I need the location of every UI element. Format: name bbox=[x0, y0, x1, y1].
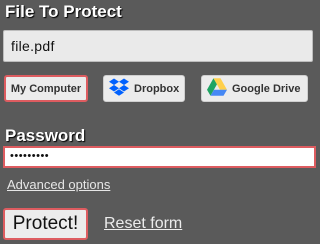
password-masked-value: ••••••••• bbox=[10, 150, 50, 162]
my-computer-button[interactable]: My Computer bbox=[4, 75, 88, 102]
protect-button[interactable]: Protect! bbox=[3, 208, 88, 240]
file-name-value: file.pdf bbox=[11, 38, 55, 54]
dropbox-icon bbox=[109, 78, 129, 99]
dropbox-label: Dropbox bbox=[134, 82, 180, 95]
google-drive-button[interactable]: Google Drive bbox=[201, 75, 308, 102]
password-field[interactable]: ••••••••• bbox=[3, 146, 316, 168]
file-name-field[interactable]: file.pdf bbox=[3, 30, 313, 62]
advanced-options-link[interactable]: Advanced options bbox=[7, 177, 110, 192]
file-to-protect-heading: File To Protect bbox=[5, 2, 122, 21]
google-drive-label: Google Drive bbox=[232, 82, 301, 95]
password-heading: Password bbox=[5, 126, 86, 145]
reset-form-link[interactable]: Reset form bbox=[104, 215, 182, 233]
dropbox-button[interactable]: Dropbox bbox=[103, 75, 185, 102]
my-computer-label: My Computer bbox=[10, 82, 82, 95]
protect-button-label: Protect! bbox=[12, 213, 79, 234]
google-drive-icon bbox=[207, 78, 227, 99]
